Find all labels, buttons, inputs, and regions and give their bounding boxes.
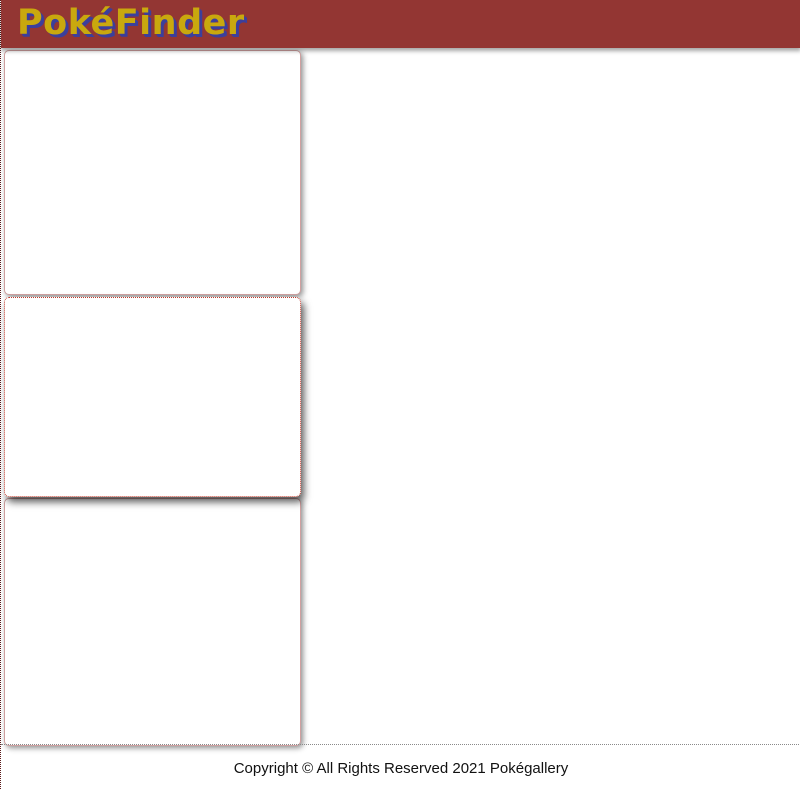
site-logo[interactable]: PokéFinder — [17, 1, 245, 45]
footer-divider — [1, 744, 800, 745]
pokemon-card[interactable] — [4, 498, 301, 746]
footer-copyright: Copyright © All Rights Reserved 2021 Pok… — [233, 760, 569, 777]
app-header: PokéFinder — [1, 0, 800, 48]
pokemon-card[interactable] — [4, 50, 301, 295]
page: PokéFinder Copyright © All Rights Reserv… — [0, 0, 800, 789]
pokemon-card-hovered[interactable] — [4, 297, 301, 497]
